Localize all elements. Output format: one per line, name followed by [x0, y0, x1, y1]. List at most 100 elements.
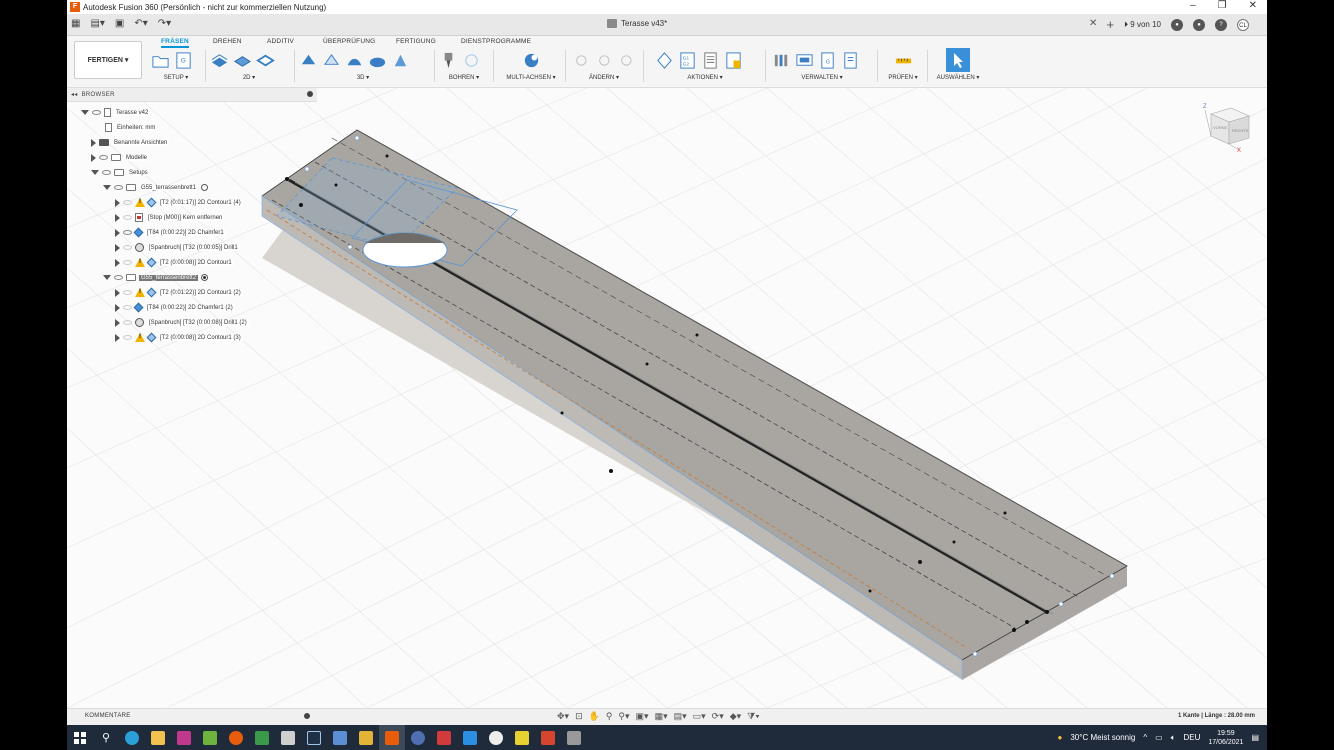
group-3d-label[interactable]: 3D ▾ [299, 74, 427, 81]
comments-panel[interactable]: KOMMENTARE [85, 713, 131, 719]
save-icon[interactable]: ▣ [115, 18, 124, 29]
tab-drehen[interactable]: DREHEN [213, 38, 242, 45]
tool-library-icon[interactable] [772, 51, 791, 70]
multi-axis-icon[interactable] [522, 51, 541, 70]
visibility-icon[interactable] [123, 245, 132, 250]
3d-parallel-icon[interactable] [345, 51, 364, 70]
group-verwalten-label[interactable]: VERWALTEN ▾ [772, 74, 872, 81]
visibility-icon[interactable] [99, 155, 108, 160]
expand-icon[interactable] [91, 138, 96, 147]
pin-icon[interactable] [307, 91, 313, 97]
3d-scallop-icon[interactable] [368, 51, 387, 70]
start-button[interactable] [67, 725, 93, 750]
taskbar-app-11[interactable] [509, 725, 535, 750]
nc-export-icon[interactable] [724, 51, 743, 70]
file-menu-icon[interactable]: ▤▾ [90, 18, 104, 29]
grid-settings-icon[interactable]: ▦▾ [655, 711, 668, 722]
modify-icon-2[interactable] [595, 51, 614, 70]
extensions-icon[interactable]: ● [1171, 18, 1183, 31]
2d-contour-icon[interactable] [256, 51, 275, 70]
post-process-icon[interactable]: G1G2 [678, 51, 697, 70]
visibility-icon[interactable] [102, 170, 111, 175]
taskbar-app-13[interactable] [561, 725, 587, 750]
tab-ueberpruefung[interactable]: ÜBERPRÜFUNG [323, 38, 375, 45]
template-library-icon[interactable] [841, 51, 860, 70]
tree-node-units[interactable]: Einheiten: mm [105, 121, 158, 134]
modify-icon-1[interactable] [572, 51, 591, 70]
filter-icon[interactable]: ⧩▾ [747, 711, 759, 722]
machine-library-icon[interactable] [795, 51, 814, 70]
taskbar-app-12[interactable] [535, 725, 561, 750]
zoom-window-icon[interactable]: ⚲▾ [618, 711, 629, 722]
tree-node-operation[interactable]: [T2 (0:00:08)] 2D Contour1 (3) [115, 331, 243, 344]
close-button[interactable]: ✕ [1249, 0, 1257, 11]
collapse-icon[interactable]: ◂◂ [71, 91, 78, 98]
expand-icon[interactable] [115, 258, 120, 267]
effects-icon[interactable]: ◆▾ [730, 711, 741, 722]
group-aendern-label[interactable]: ÄNDERN ▾ [572, 74, 636, 81]
expand-icon[interactable] [115, 303, 120, 312]
view-cube[interactable]: Z VORNE RECHTS X [1197, 100, 1253, 158]
tree-node-operation[interactable]: [Spanbruch] [T32 (0:00:05)] Drill1 [115, 241, 240, 254]
taskbar-app-9[interactable] [431, 725, 457, 750]
look-at-icon[interactable]: ⊡ [575, 711, 583, 722]
notification-center-icon[interactable]: ▤ [1251, 733, 1259, 742]
tree-node-operation[interactable]: [T84 (0:00:22)] 2D Chamfer1 [115, 226, 226, 239]
help-icon[interactable]: ? [1215, 18, 1227, 31]
maximize-button[interactable]: ❐ [1218, 0, 1227, 11]
3d-contour-icon[interactable] [391, 51, 410, 70]
orbit-icon[interactable]: ✥▾ [557, 711, 569, 722]
visibility-icon[interactable] [123, 335, 132, 340]
workspace-selector[interactable]: FERTIGEN ▾ [74, 41, 142, 79]
viewports-icon[interactable]: ▤▾ [674, 711, 687, 722]
tab-fraesen[interactable]: FRÄSEN [161, 38, 189, 48]
visibility-icon[interactable] [114, 185, 123, 190]
browser-header[interactable]: ◂◂ BROWSER [67, 88, 317, 102]
tree-node-models[interactable]: Modelle [91, 151, 150, 164]
grid-menu-icon[interactable]: ▦ [71, 18, 80, 29]
tray-chevron-icon[interactable]: ^ [1143, 733, 1147, 742]
visibility-icon[interactable] [123, 305, 132, 310]
taskbar-app-10[interactable] [483, 725, 509, 750]
taskbar-app-5[interactable] [275, 725, 301, 750]
notifications-icon[interactable]: ● [1193, 18, 1205, 31]
taskbar-edge[interactable] [119, 725, 145, 750]
tree-node-operation[interactable]: [Stop (M00)] Kern entfernen [115, 211, 225, 224]
tab-fertigung[interactable]: FERTIGUNG [396, 38, 436, 45]
network-icon[interactable]: ▭ [1155, 733, 1163, 742]
refresh-icon[interactable]: ⟳▾ [712, 711, 724, 722]
visibility-icon[interactable] [123, 320, 132, 325]
redo-icon[interactable]: ↷▾ [158, 18, 171, 29]
2d-adaptive-icon[interactable] [210, 51, 229, 70]
measure-icon[interactable] [894, 51, 913, 70]
expand-icon[interactable] [115, 243, 120, 252]
expand-icon[interactable] [91, 153, 96, 162]
user-avatar[interactable]: CL [1237, 18, 1249, 31]
group-aktionen-label[interactable]: AKTIONEN ▾ [655, 74, 755, 81]
tree-node-operation[interactable]: [T2 (0:01:22)] 2D Contour1 (2) [115, 286, 243, 299]
3d-pocket-icon[interactable] [322, 51, 341, 70]
taskbar-app-4[interactable] [249, 725, 275, 750]
taskbar-app-8[interactable] [405, 725, 431, 750]
activate-radio[interactable] [201, 184, 209, 191]
close-tab-icon[interactable]: ✕ [1089, 18, 1097, 29]
tree-node-operation[interactable]: [T2 (0:00:08)] 2D Contour1 [115, 256, 234, 269]
group-auswaehlen-label[interactable]: AUSWÄHLEN ▾ [933, 74, 983, 81]
job-status[interactable]: ⏵ 9 von 10 [1124, 20, 1161, 30]
expand-icon[interactable] [81, 110, 89, 115]
group-bohren-label[interactable]: BOHREN ▾ [439, 74, 489, 81]
pan-icon[interactable]: ✋ [589, 711, 600, 722]
taskbar-explorer[interactable] [145, 725, 171, 750]
search-button[interactable]: ⚲ [93, 725, 119, 750]
post-library-icon[interactable]: G [818, 51, 837, 70]
nc-program-icon[interactable]: G [174, 51, 193, 70]
minimize-button[interactable]: – [1190, 0, 1196, 11]
tree-node-setups[interactable]: Setups [91, 166, 150, 179]
modify-icon-3[interactable] [617, 51, 636, 70]
select-arrow-icon[interactable] [946, 48, 970, 72]
taskbar-app-6[interactable] [327, 725, 353, 750]
setup-folder-icon[interactable] [151, 51, 170, 70]
expand-icon[interactable] [115, 228, 120, 237]
bore-icon[interactable] [462, 51, 481, 70]
taskbar-app-7[interactable] [353, 725, 379, 750]
